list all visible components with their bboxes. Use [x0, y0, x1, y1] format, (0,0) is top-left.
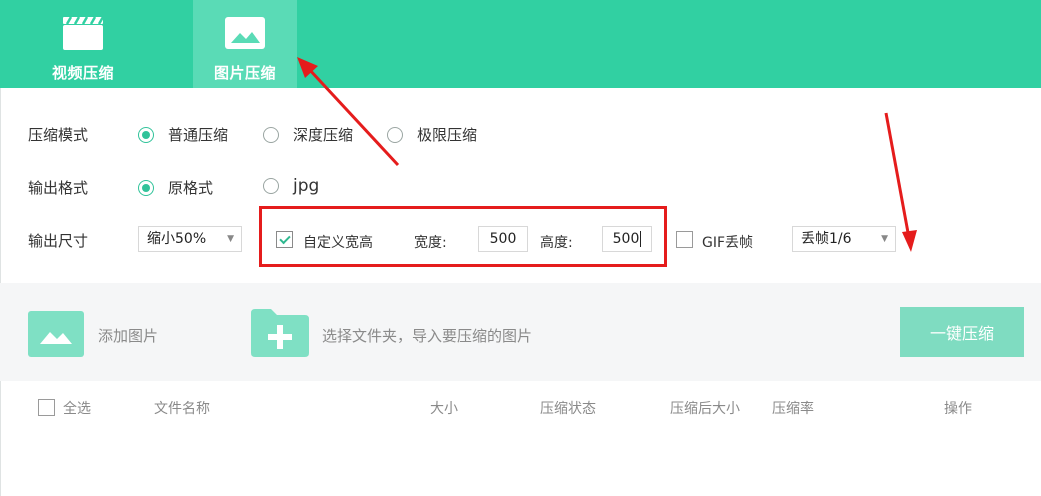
tab-image-label: 图片压缩	[213, 64, 276, 82]
radio-mode-extreme-label: 极限压缩	[417, 126, 478, 144]
add-image-link[interactable]: 添加图片	[98, 325, 158, 346]
radio-mode-normal-label: 普通压缩	[168, 126, 229, 144]
column-header-ratio: 压缩率	[772, 401, 814, 417]
text-cursor	[640, 231, 642, 247]
chevron-down-icon: ▼	[227, 234, 234, 244]
compress-all-button[interactable]: 一键压缩	[900, 307, 1024, 357]
format-label: 输出格式	[28, 179, 89, 197]
column-header-actions: 操作	[944, 401, 972, 417]
radio-unselected-icon	[387, 126, 403, 143]
radio-format-jpg-label: jpg	[293, 176, 320, 196]
gif-drop-frame-select[interactable]: 丢帧1/6 ▼	[792, 226, 896, 252]
radio-mode-normal[interactable]: 普通压缩	[138, 124, 228, 145]
column-header-filename: 文件名称	[154, 401, 210, 417]
width-label: 宽度:	[414, 235, 447, 251]
height-label: 高度:	[540, 235, 573, 251]
gif-drop-frame-value: 丢帧1/6	[801, 231, 852, 247]
scale-select-value: 缩小50%	[147, 231, 207, 247]
radio-mode-deep[interactable]: 深度压缩	[263, 124, 353, 145]
radio-format-jpg[interactable]: jpg	[263, 176, 319, 196]
tab-video-compress[interactable]: 视频压缩	[28, 0, 138, 88]
app-window: 视频压缩 图片压缩 压缩模式 普通压缩 深度压缩 极限压缩 输出格式 原格式 j…	[0, 0, 1041, 496]
annotation-arrowhead-2	[902, 230, 917, 252]
column-header-compressed-size: 压缩后大小	[670, 401, 740, 417]
size-label: 输出尺寸	[28, 232, 89, 250]
radio-format-original-label: 原格式	[168, 179, 214, 197]
gif-drop-frame-checkbox[interactable]	[676, 231, 693, 248]
radio-unselected-icon	[263, 178, 279, 194]
height-input[interactable]: 500	[602, 226, 652, 252]
choose-folder-link[interactable]: 选择文件夹，导入要压缩的图片	[322, 325, 532, 346]
radio-selected-icon	[138, 126, 154, 143]
top-nav-bar: 视频压缩 图片压缩	[0, 0, 1041, 88]
add-image-icon[interactable]	[28, 311, 84, 357]
video-clapperboard-icon	[62, 15, 104, 51]
column-header-size: 大小	[430, 401, 458, 417]
custom-size-checkbox[interactable]	[276, 231, 293, 248]
radio-unselected-icon	[263, 126, 279, 143]
mode-label: 压缩模式	[28, 126, 89, 144]
width-input[interactable]: 500	[478, 226, 528, 252]
scale-select[interactable]: 缩小50% ▼	[138, 226, 242, 252]
gif-drop-frame-label: GIF丢帧	[702, 235, 754, 251]
custom-size-label: 自定义宽高	[303, 235, 373, 251]
radio-selected-icon	[138, 179, 154, 196]
image-icon	[224, 15, 266, 51]
annotation-arrow-2	[884, 112, 911, 239]
radio-mode-extreme[interactable]: 极限压缩	[387, 124, 477, 145]
select-all-label: 全选	[63, 401, 91, 417]
tab-image-compress[interactable]: 图片压缩	[193, 0, 297, 88]
column-header-status: 压缩状态	[540, 401, 596, 417]
tab-video-label: 视频压缩	[51, 64, 114, 82]
folder-add-icon[interactable]	[251, 309, 309, 357]
chevron-down-icon: ▼	[881, 234, 888, 244]
radio-format-original[interactable]: 原格式	[138, 177, 213, 198]
width-input-value: 500	[489, 231, 517, 247]
radio-mode-deep-label: 深度压缩	[293, 126, 354, 144]
select-all-checkbox[interactable]	[38, 399, 55, 416]
height-input-value: 500	[612, 231, 640, 247]
checkmark-icon	[278, 232, 291, 244]
